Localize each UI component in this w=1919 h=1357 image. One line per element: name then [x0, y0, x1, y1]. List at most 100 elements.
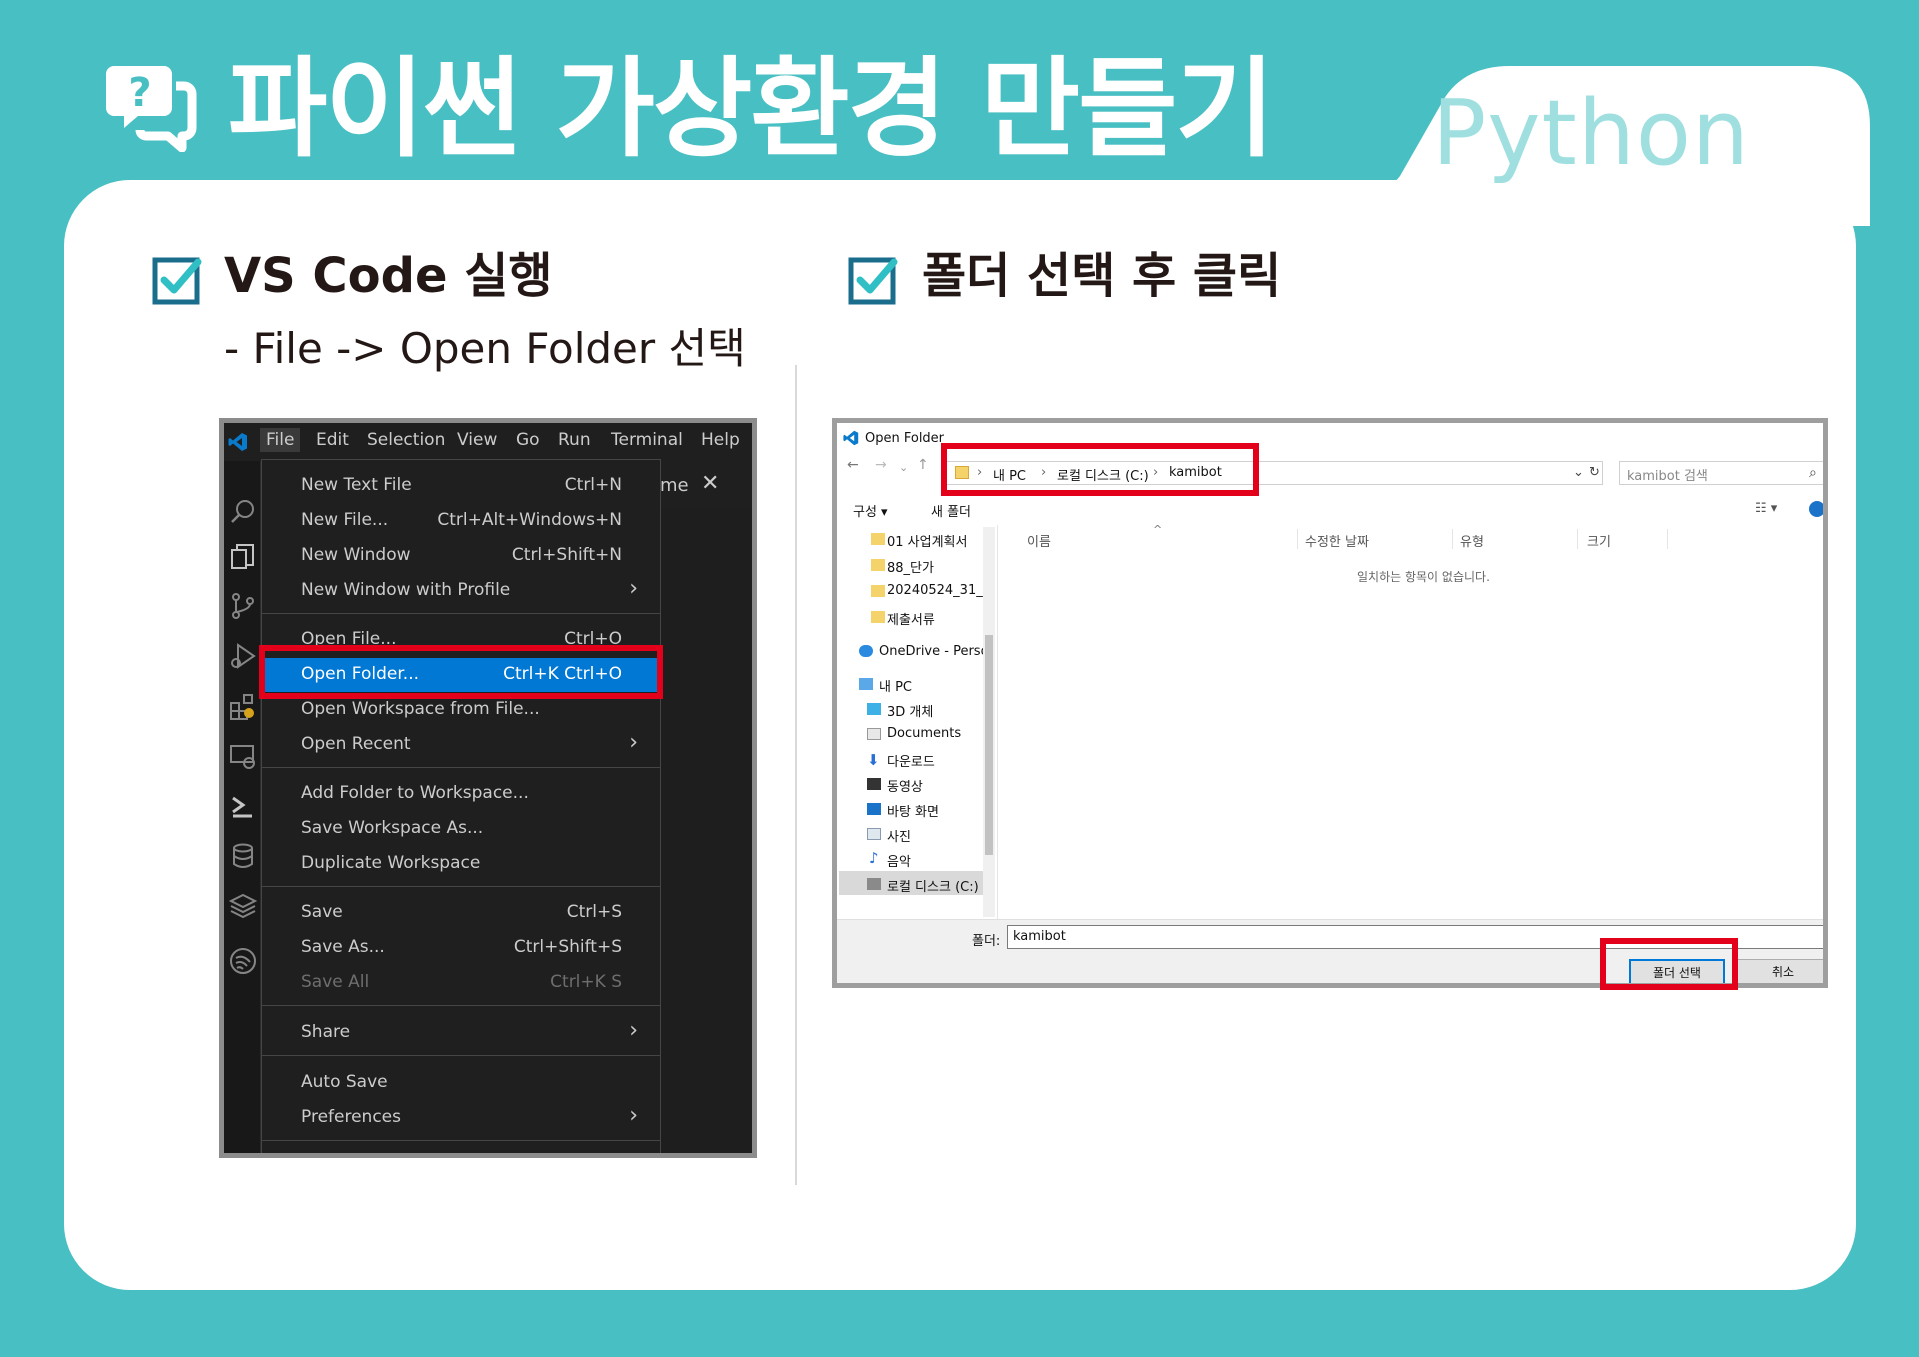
menu-separator	[262, 1005, 660, 1006]
new-folder-button[interactable]: 새 폴더	[931, 501, 971, 520]
page-title: 파이썬 가상환경 만들기	[228, 47, 1275, 172]
column-header-name[interactable]: 이름	[1027, 531, 1051, 550]
run-debug-icon[interactable]	[228, 641, 258, 671]
espressif-icon[interactable]	[228, 946, 258, 976]
menu-separator	[262, 613, 660, 614]
menu-item-preferences[interactable]: Preferences ›	[262, 1101, 660, 1135]
back-arrow-icon[interactable]: ←	[847, 457, 859, 473]
search-icon[interactable]	[228, 497, 258, 527]
menu-help[interactable]: Help	[701, 430, 740, 450]
menu-item-save-as[interactable]: Save As... Ctrl+Shift+S	[262, 931, 660, 965]
nav-item[interactable]: OneDrive - Person	[879, 644, 983, 659]
menu-item-save-workspace-as[interactable]: Save Workspace As...	[262, 812, 660, 846]
editor-tab-label: me	[660, 475, 689, 496]
menu-edit[interactable]: Edit	[316, 430, 349, 450]
step-2-title: 폴더 선택 후 클릭	[922, 248, 1282, 304]
menu-item-new-text-file[interactable]: New Text File Ctrl+N	[262, 469, 660, 503]
nav-item[interactable]: 3D 개체	[887, 701, 933, 720]
nav-item[interactable]: 바탕 화면	[887, 801, 939, 820]
menu-item-new-window-profile[interactable]: New Window with Profile ›	[262, 574, 660, 608]
menu-item-duplicate-workspace[interactable]: Duplicate Workspace	[262, 847, 660, 881]
chevron-right-icon: ›	[629, 1103, 638, 1128]
explorer-icon[interactable]	[228, 541, 258, 571]
menu-separator	[262, 1055, 660, 1056]
menu-item-open-recent[interactable]: Open Recent ›	[262, 728, 660, 762]
step-1-title: VS Code 실행	[224, 248, 553, 304]
vscode-logo-icon	[843, 430, 859, 446]
nav-item[interactable]: 동영상	[887, 776, 923, 795]
column-header-type[interactable]: 유형	[1460, 531, 1484, 550]
close-icon[interactable]: ✕	[701, 471, 719, 496]
folder-input-value: kamibot	[1013, 929, 1066, 944]
chevron-right-icon: ›	[629, 1018, 638, 1043]
file-menu: New Text File Ctrl+N New File... Ctrl+Alt+…	[261, 459, 661, 1153]
documents-icon	[867, 728, 881, 740]
database-icon[interactable]	[228, 841, 258, 871]
menu-selection[interactable]: Selection	[367, 430, 445, 450]
nav-item[interactable]: 01 사업계획서	[887, 531, 967, 550]
column-header-date[interactable]: 수정한 날짜	[1305, 531, 1369, 550]
pc-icon	[859, 678, 873, 690]
terminal-icon[interactable]	[228, 791, 258, 821]
cancel-button[interactable]: 취소	[1737, 959, 1823, 983]
sort-up-icon: ^	[1153, 523, 1163, 536]
chevron-down-icon[interactable]: ⌄	[1573, 465, 1584, 480]
nav-item[interactable]: 다운로드	[887, 751, 935, 770]
nav-item[interactable]: 로컬 디스크 (C:)	[887, 876, 983, 895]
refresh-icon[interactable]: ↻	[1589, 465, 1600, 480]
nav-item[interactable]: 제출서류	[887, 609, 935, 628]
recent-dropdown-icon[interactable]: ⌄	[899, 461, 908, 474]
column-separator[interactable]	[1667, 529, 1668, 549]
menu-terminal[interactable]: Terminal	[611, 430, 683, 450]
nav-item[interactable]: 음악	[887, 851, 911, 870]
source-control-icon[interactable]	[228, 591, 258, 621]
remote-explorer-icon[interactable]	[228, 741, 258, 771]
menu-item-save[interactable]: Save Ctrl+S	[262, 896, 660, 930]
desktop-icon	[867, 803, 881, 815]
video-icon	[867, 778, 881, 790]
pictures-icon	[867, 828, 881, 840]
view-options-icon[interactable]: ☷ ▾	[1755, 501, 1777, 516]
layers-icon[interactable]	[228, 891, 258, 921]
folder-icon	[871, 559, 885, 571]
nav-item[interactable]: 20240524_31_8	[887, 583, 983, 598]
nav-item[interactable]: Documents	[887, 726, 961, 741]
nav-item[interactable]: 88_단가	[887, 557, 934, 576]
folder-icon	[871, 533, 885, 545]
nav-item[interactable]: 내 PC	[879, 676, 912, 695]
extensions-icon[interactable]	[228, 691, 258, 721]
menu-run[interactable]: Run	[558, 430, 591, 450]
menu-item-new-file[interactable]: New File... Ctrl+Alt+Windows+N	[262, 504, 660, 538]
menu-item-new-window[interactable]: New Window Ctrl+Shift+N	[262, 539, 660, 573]
up-arrow-icon[interactable]: ↑	[917, 457, 929, 473]
svg-text:?: ?	[128, 70, 151, 116]
search-placeholder: kamibot 검색	[1627, 469, 1708, 484]
menu-item-add-folder-workspace[interactable]: Add Folder to Workspace...	[262, 777, 660, 811]
menu-separator	[262, 1140, 660, 1141]
folder-label: 폴더:	[972, 934, 1001, 949]
column-separator[interactable]	[1297, 529, 1298, 549]
menu-item-share[interactable]: Share ›	[262, 1016, 660, 1050]
column-separator[interactable]	[1577, 529, 1578, 549]
search-icon[interactable]: ⌕	[1809, 465, 1817, 481]
empty-list-message: 일치하는 항목이 없습니다.	[1357, 570, 1490, 584]
nav-scrollbar-thumb[interactable]	[985, 635, 993, 855]
chevron-right-icon: ›	[629, 576, 638, 601]
download-icon: ⬇	[867, 751, 880, 769]
column-separator[interactable]	[1452, 529, 1453, 549]
open-folder-dialog: Open Folder ← → ⌄ ↑ › 내 PC › 로컬 디스크 (C:)…	[832, 418, 1828, 988]
organize-button[interactable]: 구성 ▾	[853, 501, 888, 520]
menu-view[interactable]: View	[457, 430, 497, 450]
nav-item[interactable]: 사진	[887, 826, 911, 845]
menu-separator	[262, 886, 660, 887]
menu-item-auto-save[interactable]: Auto Save	[262, 1066, 660, 1100]
vscode-menubar: File Edit Selection View Go Run Terminal…	[224, 423, 752, 461]
column-header-size[interactable]: 크기	[1587, 531, 1611, 550]
forward-arrow-icon[interactable]: →	[875, 457, 887, 473]
chevron-right-icon: ›	[629, 730, 638, 755]
menu-file[interactable]: File	[260, 428, 301, 452]
vscode-screenshot: File Edit Selection View Go Run Terminal…	[219, 418, 757, 1158]
highlight-box	[259, 645, 663, 699]
help-icon[interactable]	[1809, 501, 1823, 517]
menu-go[interactable]: Go	[516, 430, 540, 450]
